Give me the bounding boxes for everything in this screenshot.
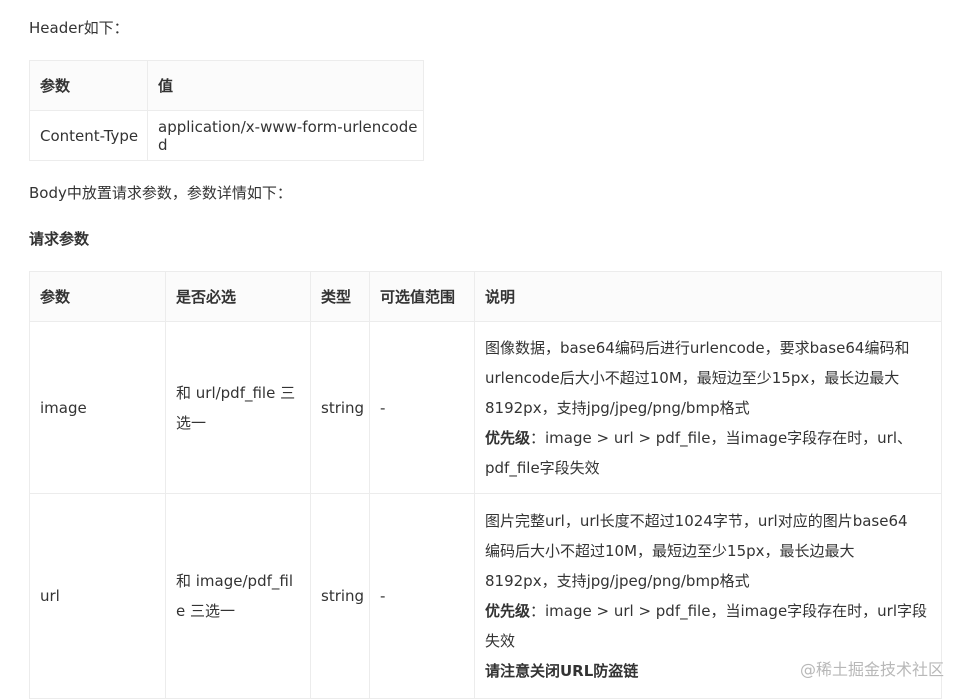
param-required: 和 url/pdf_file 三选一 [165, 321, 311, 494]
params-table-head-row: 参数 是否必选 类型 可选值范围 说明 [29, 271, 942, 322]
header-param-name: Content-Type [29, 110, 148, 161]
col-desc: 说明 [474, 271, 942, 322]
priority-label: 优先级 [485, 428, 531, 447]
param-type: string [310, 493, 370, 699]
param-required: 和 image/pdf_file 三选一 [165, 493, 311, 699]
param-range: - [369, 321, 475, 494]
header-col-value: 值 [147, 60, 424, 111]
desc-line: 失效 [485, 632, 516, 650]
param-name: image [29, 321, 166, 494]
priority-label: 优先级 [485, 602, 531, 620]
desc-line: 编码后大小不超过10M，最短边至少15px，最长边最大 [485, 542, 855, 560]
desc-line: 8192px，支持jpg/jpeg/png/bmp格式 [485, 398, 750, 417]
desc-line: 图像数据，base64编码后进行urlencode，要求base64编码和 [485, 338, 910, 357]
desc-line: pdf_file字段失效 [485, 458, 600, 477]
request-params-title: 请求参数 [29, 230, 90, 248]
col-range: 可选值范围 [369, 271, 475, 322]
param-desc: 图像数据，base64编码后进行urlencode，要求base64编码和 ur… [474, 321, 942, 494]
header-table-head-row: 参数 值 [29, 60, 424, 111]
param-name: url [29, 493, 166, 699]
priority-line: 优先级：image > url > pdf_file，当image字段存在时，u… [485, 423, 941, 453]
desc-line: urlencode后大小不超过10M，最短边至少15px，最长边最大 [485, 368, 900, 387]
table-row: Content-Type application/x-www-form-urle… [29, 110, 424, 161]
header-intro: Header如下： [29, 19, 129, 37]
desc-line: 8192px，支持jpg/jpeg/png/bmp格式 [485, 572, 750, 590]
header-table: 参数 值 Content-Type application/x-www-form… [29, 60, 424, 161]
priority-text: ：image > url > pdf_file，当image字段存在时，url字… [530, 602, 928, 620]
priority-text: ：image > url > pdf_file，当image字段存在时，url、 [530, 428, 913, 447]
param-type: string [310, 321, 370, 494]
header-col-param: 参数 [29, 60, 148, 111]
desc-line: 图片完整url，url长度不超过1024字节，url对应的图片base64 [485, 512, 908, 530]
col-type: 类型 [310, 271, 370, 322]
watermark: @稀土掘金技术社区 [799, 660, 944, 679]
param-range: - [369, 493, 475, 699]
table-row: image 和 url/pdf_file 三选一 string - 图像数据，b… [29, 321, 942, 494]
body-intro: Body中放置请求参数，参数详情如下： [29, 184, 292, 202]
priority-line: 优先级：image > url > pdf_file，当image字段存在时，u… [485, 596, 941, 626]
params-table: 参数 是否必选 类型 可选值范围 说明 image 和 url/pdf_file… [29, 271, 942, 699]
col-required: 是否必选 [165, 271, 311, 322]
col-param: 参数 [29, 271, 166, 322]
header-param-value: application/x-www-form-urlencoded [147, 110, 424, 161]
